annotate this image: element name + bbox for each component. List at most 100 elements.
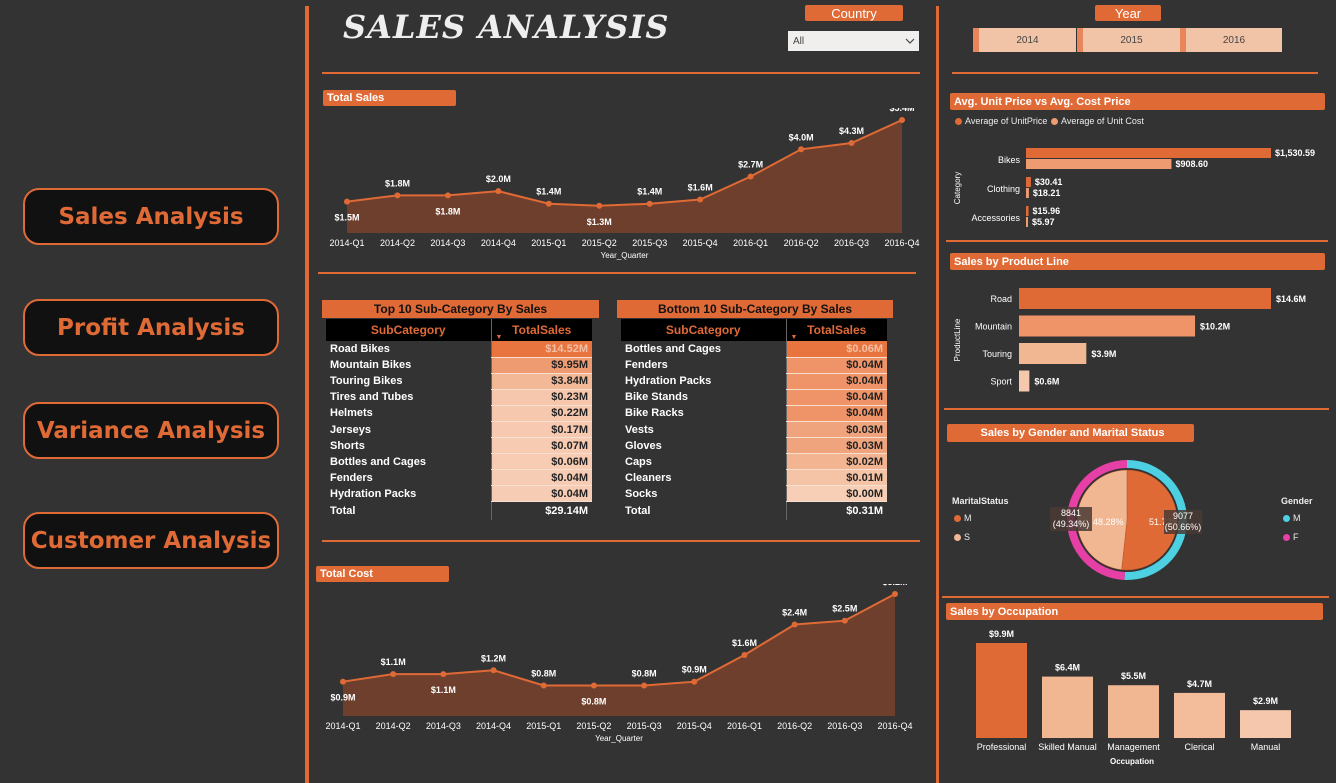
nav-profit-analysis-button[interactable]: Profit Analysis (23, 299, 279, 356)
gender-legend-m-label: M (1293, 513, 1301, 523)
totalsales-cell: $0.04M (490, 485, 592, 503)
data-label: $0.9M (682, 665, 707, 675)
table-row: Tires and Tubes $0.23M (326, 389, 592, 406)
x-tick-label: 2014-Q1 (329, 238, 364, 248)
totalsales-cell: $0.06M (490, 453, 592, 471)
bar-value-label: $0.6M (1034, 377, 1059, 387)
x-tick-label: 2015-Q3 (627, 721, 662, 731)
data-point (641, 682, 648, 689)
totalsales-cell: $3.84M (490, 373, 592, 390)
year-slicer-label: Year (1095, 5, 1161, 21)
table-row: Hydration Packs $0.04M (326, 485, 592, 503)
subcategory-cell: Caps (625, 455, 652, 468)
data-label: $1.8M (385, 178, 410, 188)
bar-value-label: $14.6M (1276, 294, 1306, 304)
country-slicer-label: Country (805, 5, 903, 21)
table-row: Bottles and Cages $0.06M (326, 453, 592, 471)
totalsales-cell: $0.04M (785, 373, 887, 390)
nav-sales-analysis-button[interactable]: Sales Analysis (23, 188, 279, 245)
year-button-2015[interactable]: 2015 (1077, 28, 1180, 52)
column-header-subcategory[interactable]: SubCategory (621, 319, 786, 341)
data-label: $1.3M (587, 217, 612, 227)
totalsales-cell: $0.02M (785, 453, 887, 471)
bar (1026, 188, 1029, 198)
subcategory-cell: Helmets (330, 407, 373, 420)
bar (1026, 217, 1028, 227)
x-tick-label: 2015-Q1 (526, 721, 561, 731)
table-row: Fenders $0.04M (621, 357, 887, 374)
data-label: $1.2M (481, 653, 506, 663)
gender-legend-title: Gender (1281, 496, 1313, 506)
total-label: Total (625, 504, 651, 517)
subcategory-cell: Shorts (330, 439, 365, 452)
table-row: Bike Racks $0.04M (621, 405, 887, 422)
sort-desc-icon: ▼ (790, 334, 798, 341)
data-point (791, 621, 798, 628)
data-point (440, 671, 447, 678)
data-point (899, 117, 905, 123)
year-button-2014[interactable]: 2014 (973, 28, 1076, 52)
column-header-totalsales[interactable]: TotalSales ▼ (490, 319, 592, 341)
totalsales-cell: $0.07M (490, 437, 592, 455)
table-row: Fenders $0.04M (326, 469, 592, 487)
category-label: Clothing (987, 184, 1020, 194)
y-axis-title: ProductLine (953, 318, 962, 361)
divider-top (322, 72, 920, 74)
legend-unit-cost: Average of Unit Cost (1051, 116, 1144, 126)
gender-marital-pie: 51.72%48.28%9077(50.66%)8841(49.34%) (1050, 460, 1202, 580)
divider-middle (318, 272, 916, 274)
totalsales-cell: $9.95M (490, 357, 592, 374)
table-row: Caps $0.02M (621, 453, 887, 471)
legend-unit-price-label: Average of UnitPrice (965, 116, 1048, 126)
column-header-totalsales[interactable]: TotalSales ▼ (785, 319, 887, 341)
data-label: $3.2M (882, 584, 907, 587)
table-row: Socks $0.00M (621, 485, 887, 503)
table-header-row: SubCategory TotalSales ▼ (326, 319, 592, 341)
bar-value-label: $15.96 (1033, 206, 1061, 216)
data-point (747, 173, 754, 180)
x-tick-label: 2014-Q3 (430, 238, 465, 248)
totalsales-cell: $0.06M (785, 341, 887, 358)
x-tick-label: 2016-Q1 (733, 238, 768, 248)
column-header-subcategory[interactable]: SubCategory (326, 319, 491, 341)
totalsales-cell: $0.23M (490, 389, 592, 406)
table-row: Road Bikes $14.52M (326, 341, 592, 358)
subcategory-cell: Road Bikes (330, 343, 390, 356)
data-label: $1.6M (688, 183, 713, 193)
legend-dot (1283, 514, 1290, 522)
bar-value-label: $5.5M (1121, 671, 1146, 681)
nav-variance-analysis-button[interactable]: Variance Analysis (23, 402, 279, 459)
data-point (390, 671, 397, 678)
divider-right-2 (946, 240, 1328, 242)
category-label: Road (990, 294, 1012, 304)
category-label: Sport (990, 377, 1012, 387)
bar (1174, 692, 1225, 738)
year-button-2016[interactable]: 2016 (1180, 28, 1282, 52)
table-total-row: Total $0.31M (621, 501, 887, 520)
bar (1042, 676, 1093, 738)
right-divider (936, 6, 939, 783)
legend-unit-price: Average of UnitPrice (955, 116, 1047, 126)
data-point (444, 192, 451, 199)
data-point (596, 202, 603, 209)
bar-value-label: $2.9M (1253, 696, 1278, 706)
table-row: Mountain Bikes $9.95M (326, 357, 592, 374)
bar (1019, 343, 1087, 364)
data-point (646, 200, 653, 207)
x-tick-label: 2016-Q3 (827, 721, 862, 731)
bar (1026, 148, 1271, 158)
table-row: Cleaners $0.01M (621, 469, 887, 487)
area-fill (347, 120, 902, 233)
nav-customer-analysis-button[interactable]: Customer Analysis (23, 512, 279, 569)
country-dropdown[interactable]: All (788, 31, 919, 51)
legend-dot (954, 533, 961, 541)
x-tick-label: 2015-Q1 (531, 238, 566, 248)
totalsales-cell: $0.01M (785, 469, 887, 487)
x-tick-label: 2016-Q4 (877, 721, 912, 731)
x-tick-label: 2016-Q3 (834, 238, 869, 248)
area-fill (343, 594, 895, 716)
occupation-chart: $9.9M Professional $6.4M Skilled Manual $5.5… (976, 629, 1291, 766)
legend-dot (1051, 117, 1058, 125)
category-label: Accessories (971, 213, 1020, 223)
x-tick-label: 2014-Q2 (376, 721, 411, 731)
